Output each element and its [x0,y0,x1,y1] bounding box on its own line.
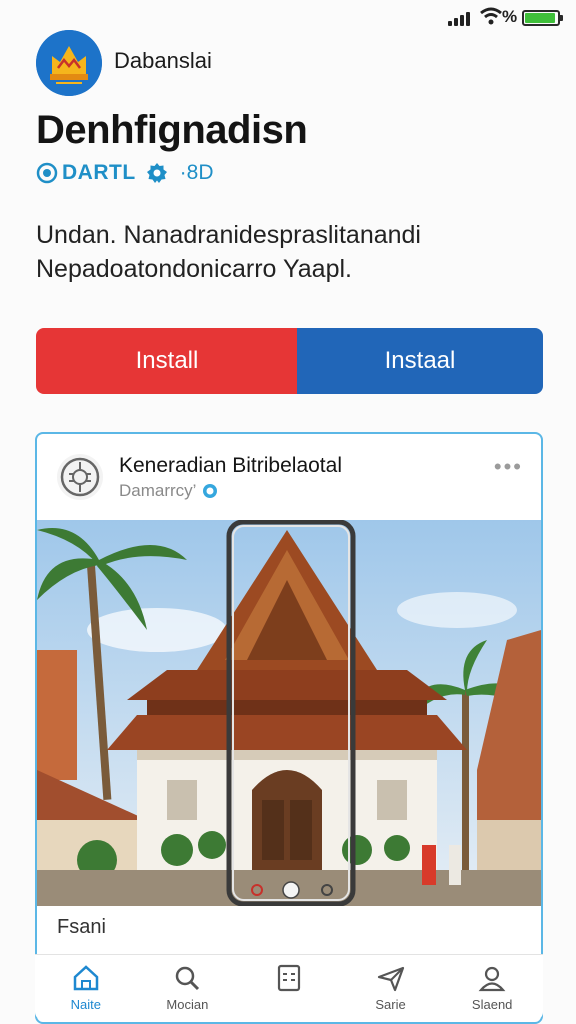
battery-icon [522,10,563,26]
card-subtitle-text: Damarrcy’ [119,481,197,500]
install-alt-button[interactable]: Instaal [297,328,543,394]
more-options-icon[interactable]: ••• [494,454,523,480]
battery-level [525,13,556,23]
rating-count: ·8D [179,161,214,184]
apps-icon [277,964,301,992]
publisher-name[interactable]: Dabanslai [114,48,212,74]
profile-icon [478,966,506,992]
nav-item-send[interactable]: Sarie [340,955,442,1020]
post-caption: Fsani [37,906,541,956]
feed-card[interactable]: Keneradian Bitribelaotal Damarrcy’ ••• F… [35,432,543,1024]
verified-icon [203,484,218,498]
nav-item-apps[interactable] [238,955,340,1020]
post-photo[interactable] [37,520,541,906]
nav-label-profile: Slaend [471,997,513,1012]
search-icon [176,966,200,991]
nav-label-home: Naite [70,997,101,1012]
battery-percent: % [502,7,518,26]
nav-label-send: Sarie [375,997,406,1012]
app-title: Denhfignadisn [36,108,308,152]
bottom-nav: Naite Mocian Sarie Slaend [35,954,543,1020]
developer-name[interactable]: DARTL [62,161,136,185]
send-icon [377,966,404,992]
home-icon [73,965,99,991]
nav-item-profile[interactable]: Slaend [441,955,543,1020]
signal-icon [448,10,474,26]
card-title[interactable]: Keneradian Bitribelaotal [119,454,342,478]
verified-badge-icon [146,163,167,183]
app-logo [36,30,102,96]
nav-item-search[interactable]: Mocian [137,955,239,1020]
wifi-icon [480,7,502,25]
nav-item-home[interactable]: Naite [35,955,137,1020]
status-bar: % [0,0,576,34]
install-button[interactable]: Install [36,328,298,394]
developer-logo-icon [36,162,58,184]
app-description: Undan. Nanadranidespraslitanandi Nepadoa… [36,221,421,283]
caption-text: Fsani [57,916,106,938]
developer-row: DARTL ·8D [36,158,214,188]
card-subtitle: Damarrcy’ [119,481,218,501]
card-avatar[interactable] [57,454,103,500]
nav-label-search: Mocian [166,997,209,1012]
